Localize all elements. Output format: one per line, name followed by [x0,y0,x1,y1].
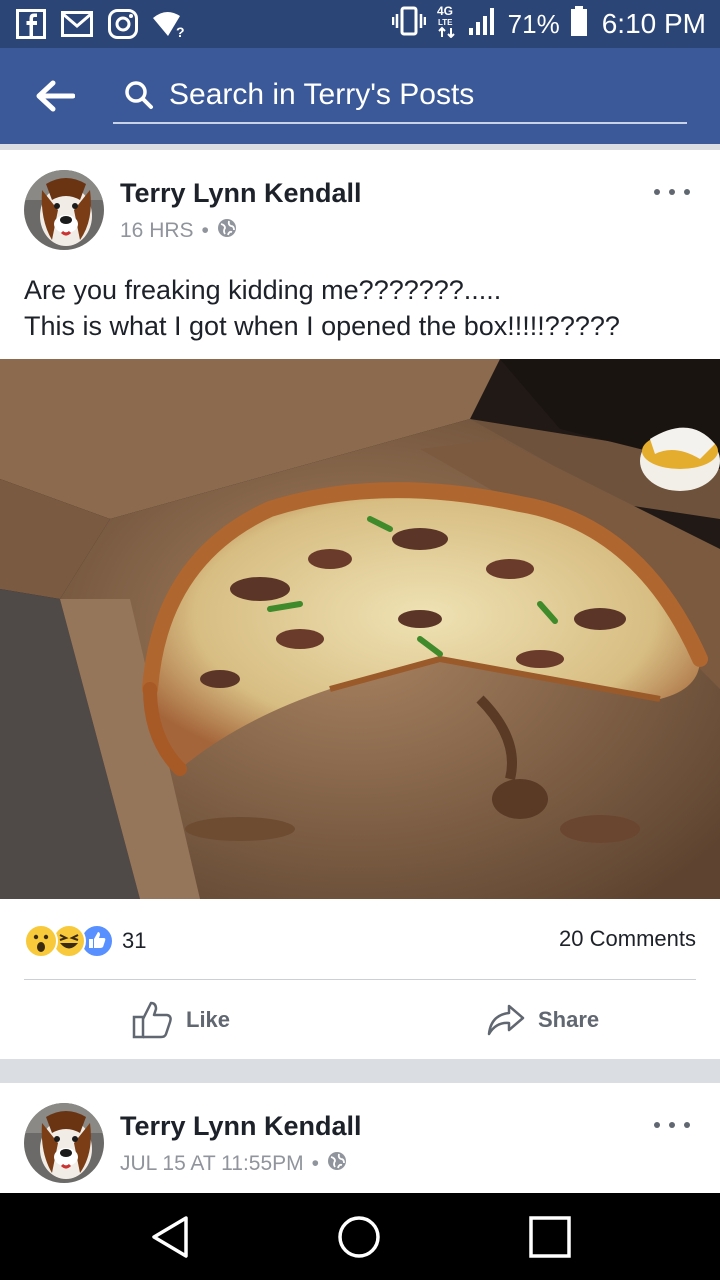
post-meta: JUL 15 AT 11:55PM • [120,1151,347,1177]
back-arrow-icon [36,80,75,112]
share-label: Share [538,1007,600,1032]
instagram-icon [106,8,140,40]
square-recents-icon [529,1216,571,1258]
author-name[interactable]: Terry Lynn Kendall [120,1111,362,1142]
search-header: Search in Terry's Posts [0,48,720,144]
signal-icon [468,6,498,43]
divider [24,979,696,980]
nav-back-button[interactable] [144,1211,196,1263]
search-icon [119,75,159,115]
reaction-count: 31 [122,928,147,953]
globe-icon [327,1151,347,1177]
gmail-icon [60,8,94,40]
avatar[interactable] [24,170,104,250]
post-text-line: This is what I got when I opened the box… [24,311,620,341]
status-bar: ? 4G LTE 71% 6:10 PM [0,0,720,48]
meta-separator: • [201,219,209,242]
clock: 6:10 PM [601,8,706,39]
like-button[interactable]: Like [132,1000,230,1040]
wifi-question-icon: ? [152,8,186,40]
facebook-icon [14,8,48,40]
author-name[interactable]: Terry Lynn Kendall [120,178,362,209]
wow-reaction-icon [24,924,58,958]
system-nav-bar [0,1193,720,1280]
battery-icon [570,5,588,43]
more-options-icon[interactable] [654,1115,690,1135]
avatar[interactable] [24,1103,104,1183]
triangle-back-icon [152,1216,188,1258]
svg-text:4G: 4G [437,4,453,18]
share-button[interactable]: Share [486,1000,599,1040]
globe-icon [217,218,237,244]
like-label: Like [186,1007,231,1032]
search-placeholder: Search in Terry's Posts [169,78,475,111]
post-card: Terry Lynn Kendall JUL 15 AT 11:55PM • [0,1083,720,1193]
status-notification-icons: ? [14,8,186,40]
nav-home-button[interactable] [333,1211,385,1263]
comments-count[interactable]: 20 Comments [559,926,696,952]
reaction-summary[interactable]: 31 [24,923,146,959]
svg-text:LTE: LTE [438,18,453,27]
thumbs-up-icon [132,1001,172,1039]
nav-recents-button[interactable] [524,1211,576,1263]
4g-lte-icon: 4G LTE [436,4,458,45]
vibrate-icon [391,6,426,43]
post-photo[interactable] [0,359,720,899]
search-input[interactable]: Search in Terry's Posts [113,68,687,124]
post-card: Terry Lynn Kendall 16 HRS • Are you frea… [0,150,720,1059]
post-time[interactable]: 16 HRS [120,219,194,243]
status-system-icons: 4G LTE 71% 6:10 PM [391,4,706,45]
post-text-line: Are you freaking kidding me???????..... [24,275,502,305]
post-text: Are you freaking kidding me???????..... … [24,272,704,344]
post-meta: 16 HRS • [120,218,237,244]
more-options-icon[interactable] [654,182,690,202]
feed-separator [0,1059,720,1083]
meta-separator: • [311,1152,320,1175]
share-arrow-icon [487,1004,525,1036]
post-time[interactable]: JUL 15 AT 11:55PM [120,1152,304,1176]
svg-text:?: ? [176,24,185,38]
back-button[interactable] [0,48,110,144]
circle-home-icon [338,1216,380,1258]
battery-percentage: 71% [507,8,560,39]
